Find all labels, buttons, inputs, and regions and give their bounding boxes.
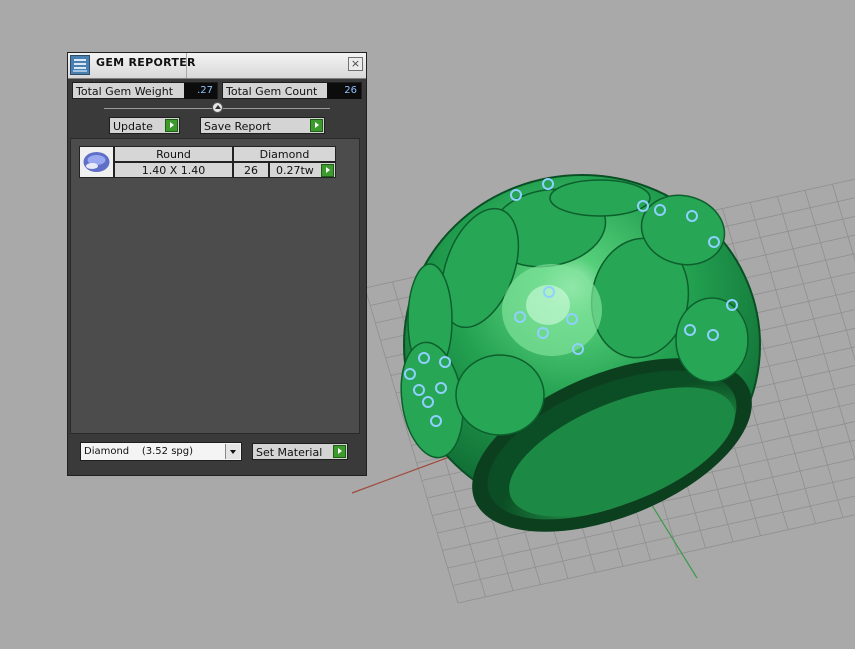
- save-report-button-label: Save Report: [204, 120, 271, 133]
- update-button-label: Update: [113, 120, 153, 133]
- gem-shape-cell: Round: [114, 146, 233, 162]
- update-button[interactable]: Update: [109, 117, 180, 134]
- set-material-button[interactable]: Set Material: [252, 443, 348, 460]
- play-arrow-icon: [165, 119, 178, 132]
- total-gem-count-value: 26: [327, 83, 361, 99]
- grid-line: [749, 202, 844, 518]
- title-bar[interactable]: GEM REPORTER ×: [68, 53, 366, 79]
- chevron-down-icon: [225, 444, 240, 459]
- total-gem-weight-value: .27: [184, 83, 217, 99]
- save-report-button[interactable]: Save Report: [200, 117, 325, 134]
- material-dropdown-value: Diamond (3.52 spg): [84, 446, 194, 457]
- gem-list: Round Diamond 1.40 X 1.40 26 0.27tw: [70, 138, 360, 434]
- gem-weight-value: 0.27tw: [276, 164, 314, 177]
- zoom-slider-handle[interactable]: [212, 102, 223, 113]
- panel-title: GEM REPORTER: [96, 56, 196, 69]
- gem-material-cell: Diamond: [233, 146, 336, 162]
- material-dropdown[interactable]: Diamond (3.52 spg): [80, 442, 242, 461]
- play-arrow-icon: [321, 164, 334, 177]
- close-icon[interactable]: ×: [348, 57, 363, 71]
- play-arrow-icon: [310, 119, 323, 132]
- round-gem-icon[interactable]: [79, 146, 114, 178]
- set-material-button-label: Set Material: [256, 446, 323, 459]
- gem-reporter-panel: GEM REPORTER × Total Gem Weight .27 Tota…: [67, 52, 367, 476]
- gem-count-cell: 26: [233, 162, 269, 178]
- title-divider: [186, 53, 187, 78]
- grid-line: [832, 183, 855, 262]
- play-arrow-icon: [333, 445, 346, 458]
- gem-size-cell: 1.40 X 1.40: [114, 162, 233, 178]
- gem-reporter-app-icon: [70, 55, 90, 75]
- gem-weight-cell[interactable]: 0.27tw: [269, 162, 336, 178]
- grid-line: [804, 190, 855, 361]
- ring-model: [400, 174, 761, 532]
